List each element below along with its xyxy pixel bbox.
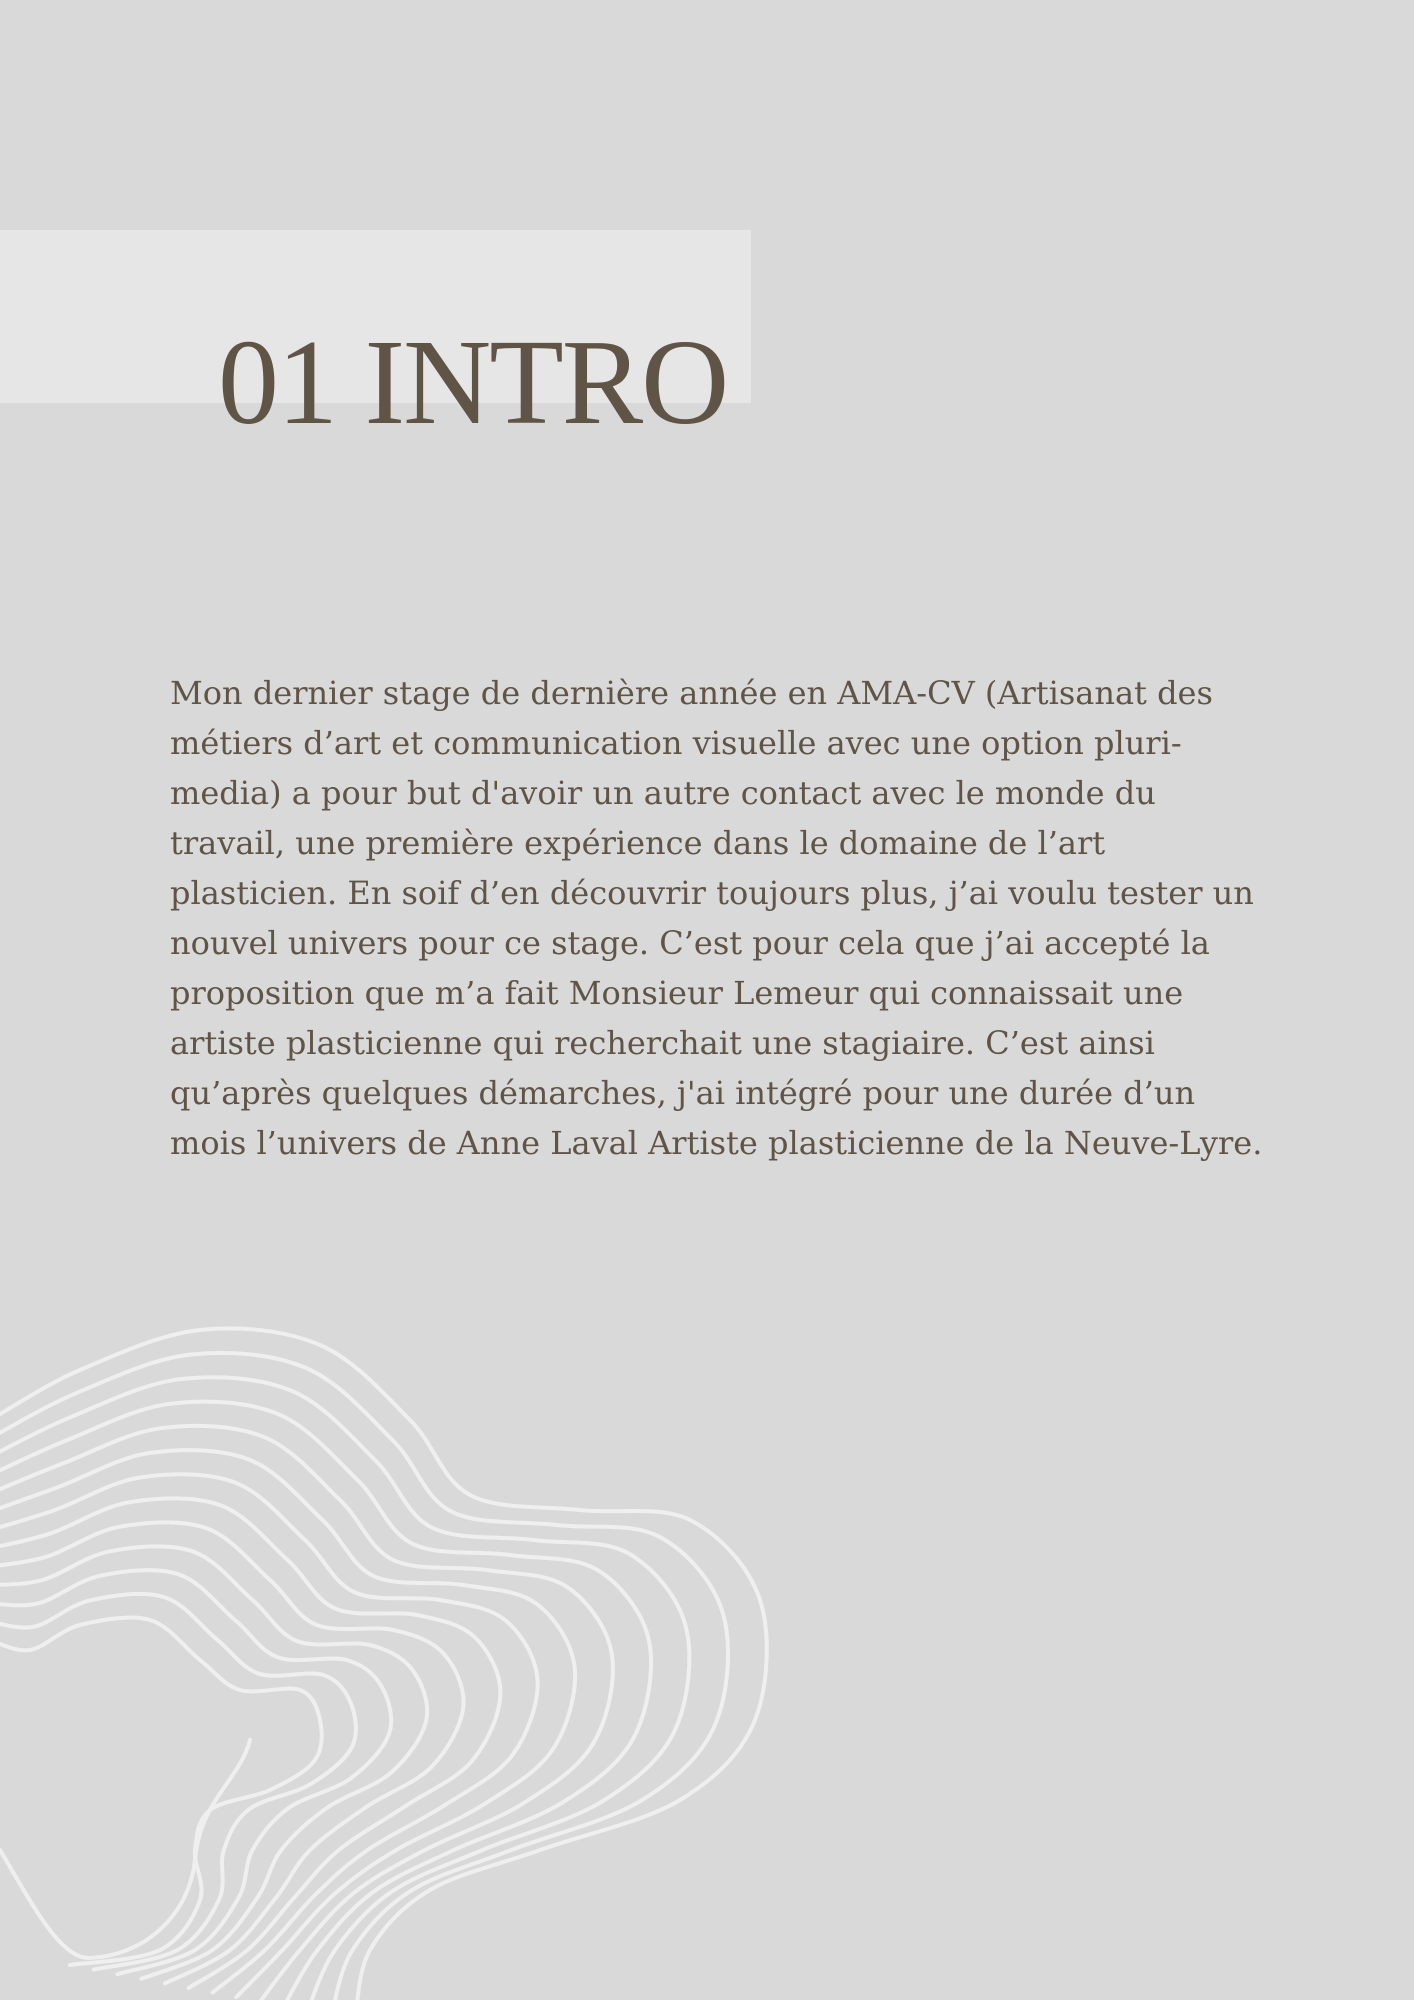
intro-line: media) a pour but d'avoir un autre conta… bbox=[170, 774, 1156, 812]
contour-line bbox=[0, 1350, 730, 2000]
contour-line-group bbox=[0, 1326, 769, 2000]
intro-line: plasticien. En soif d’en découvrir toujo… bbox=[170, 874, 1254, 912]
contour-line bbox=[0, 1399, 653, 2000]
intro-line: qu’après quelques démarches, j'ai intégr… bbox=[170, 1074, 1196, 1112]
page-title: 01 INTRO bbox=[218, 315, 729, 450]
contour-line bbox=[0, 1472, 540, 1995]
contour-line bbox=[0, 1544, 430, 1981]
intro-line: artiste plasticienne qui recherchait une… bbox=[170, 1024, 1155, 1062]
intro-line: Mon dernier stage de dernière année en A… bbox=[170, 674, 1213, 712]
contour-line bbox=[0, 1423, 615, 2000]
intro-paragraph: Mon dernier stage de dernière année en A… bbox=[170, 668, 1300, 1168]
intro-line: nouvel univers pour ce stage. C’est pour… bbox=[170, 924, 1210, 962]
intro-line: métiers d’art et communication visuelle … bbox=[170, 724, 1182, 762]
intro-line: mois l’univers de Anne Laval Artiste pla… bbox=[170, 1124, 1263, 1162]
contour-line bbox=[0, 1738, 252, 1961]
intro-line: travail, une première expérience dans le… bbox=[170, 824, 1106, 862]
contour-line bbox=[0, 1375, 692, 2000]
contour-line bbox=[0, 1568, 394, 1977]
contour-line bbox=[0, 1448, 578, 2000]
contour-line bbox=[0, 1615, 324, 1967]
intro-line: proposition que m’a fait Monsieur Lemeur… bbox=[170, 974, 1184, 1012]
contour-line bbox=[0, 1496, 503, 1990]
contour-line bbox=[0, 1520, 466, 1986]
contour-line bbox=[0, 1326, 769, 2000]
contour-line bbox=[0, 1591, 358, 1972]
